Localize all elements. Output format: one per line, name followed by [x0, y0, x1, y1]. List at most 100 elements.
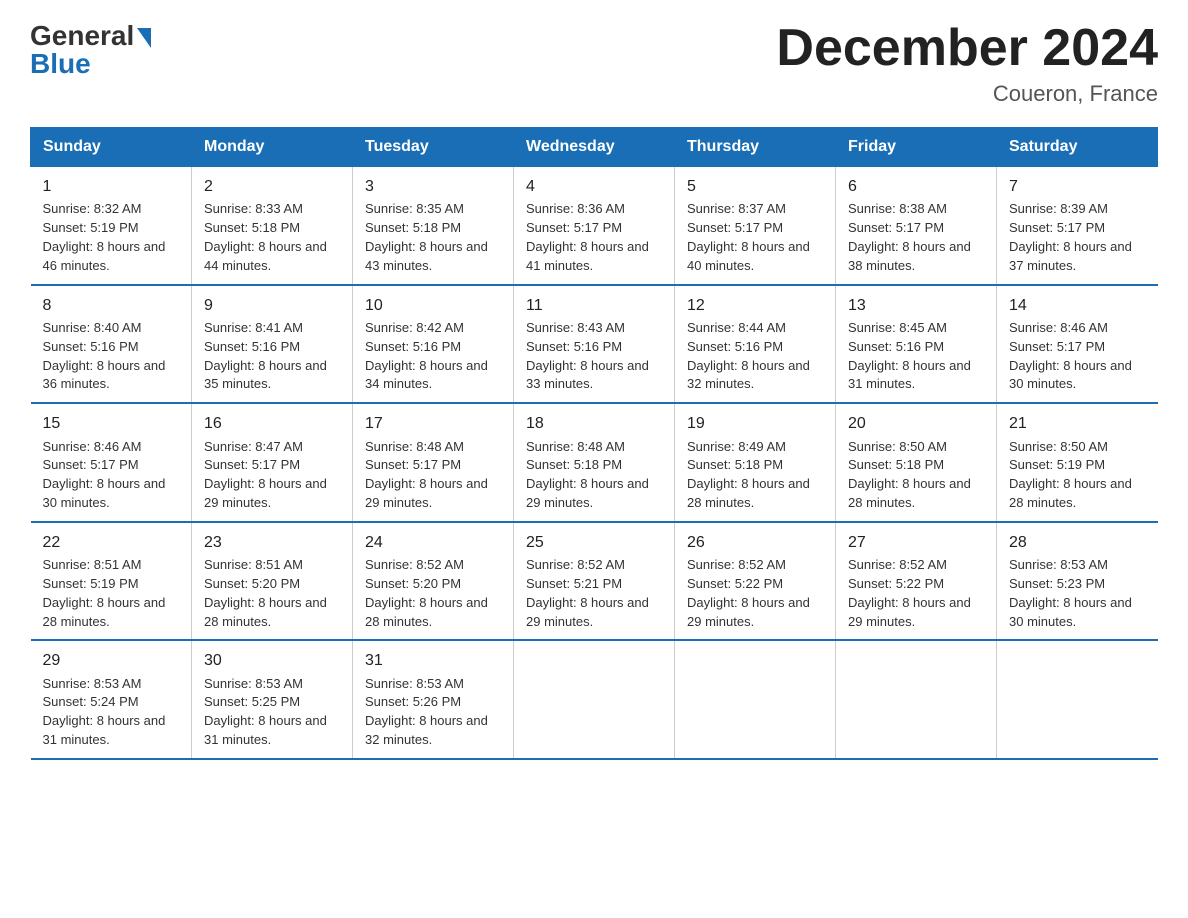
calendar-cell: 29Sunrise: 8:53 AMSunset: 5:24 PMDayligh…	[31, 640, 192, 759]
calendar-week-3: 15Sunrise: 8:46 AMSunset: 5:17 PMDayligh…	[31, 403, 1158, 522]
calendar-cell: 23Sunrise: 8:51 AMSunset: 5:20 PMDayligh…	[192, 522, 353, 641]
day-number: 13	[848, 294, 984, 317]
header-tuesday: Tuesday	[353, 128, 514, 167]
daylight-info: Daylight: 8 hours and 30 minutes.	[43, 475, 180, 513]
calendar-cell: 2Sunrise: 8:33 AMSunset: 5:18 PMDaylight…	[192, 167, 353, 285]
sunset-info: Sunset: 5:17 PM	[687, 219, 823, 238]
day-number: 31	[365, 649, 501, 672]
daylight-info: Daylight: 8 hours and 41 minutes.	[526, 238, 662, 276]
daylight-info: Daylight: 8 hours and 37 minutes.	[1009, 238, 1146, 276]
calendar-cell: 27Sunrise: 8:52 AMSunset: 5:22 PMDayligh…	[836, 522, 997, 641]
sunset-info: Sunset: 5:17 PM	[848, 219, 984, 238]
day-number: 29	[43, 649, 180, 672]
calendar-table: SundayMondayTuesdayWednesdayThursdayFrid…	[30, 127, 1158, 760]
day-number: 30	[204, 649, 340, 672]
daylight-info: Daylight: 8 hours and 40 minutes.	[687, 238, 823, 276]
sunset-info: Sunset: 5:16 PM	[848, 338, 984, 357]
page-header: General Blue December 2024 Coueron, Fran…	[30, 20, 1158, 107]
calendar-cell: 4Sunrise: 8:36 AMSunset: 5:17 PMDaylight…	[514, 167, 675, 285]
sunset-info: Sunset: 5:16 PM	[365, 338, 501, 357]
sunset-info: Sunset: 5:20 PM	[365, 575, 501, 594]
calendar-cell	[514, 640, 675, 759]
day-number: 4	[526, 175, 662, 198]
sunrise-info: Sunrise: 8:53 AM	[1009, 556, 1146, 575]
calendar-cell: 7Sunrise: 8:39 AMSunset: 5:17 PMDaylight…	[997, 167, 1158, 285]
calendar-cell: 9Sunrise: 8:41 AMSunset: 5:16 PMDaylight…	[192, 285, 353, 404]
sunset-info: Sunset: 5:26 PM	[365, 693, 501, 712]
sunrise-info: Sunrise: 8:53 AM	[204, 675, 340, 694]
calendar-cell	[836, 640, 997, 759]
sunrise-info: Sunrise: 8:52 AM	[526, 556, 662, 575]
calendar-cell: 3Sunrise: 8:35 AMSunset: 5:18 PMDaylight…	[353, 167, 514, 285]
sunrise-info: Sunrise: 8:51 AM	[204, 556, 340, 575]
day-number: 12	[687, 294, 823, 317]
sunrise-info: Sunrise: 8:50 AM	[848, 438, 984, 457]
calendar-cell: 13 Sunrise: 8:45 AMSunset: 5:16 PMDayligh…	[836, 285, 997, 404]
day-number: 26	[687, 531, 823, 554]
logo-triangle-icon	[137, 28, 151, 48]
day-number: 19	[687, 412, 823, 435]
day-number: 1	[43, 175, 180, 198]
sunrise-info: Sunrise: 8:42 AM	[365, 319, 501, 338]
sunrise-info: Sunrise: 8:43 AM	[526, 319, 662, 338]
day-number: 16	[204, 412, 340, 435]
daylight-info: Daylight: 8 hours and 30 minutes.	[1009, 357, 1146, 395]
daylight-info: Daylight: 8 hours and 31 minutes.	[848, 357, 984, 395]
calendar-cell: 22Sunrise: 8:51 AMSunset: 5:19 PMDayligh…	[31, 522, 192, 641]
day-number: 10	[365, 294, 501, 317]
sunrise-info: Sunrise: 8:45 AM	[848, 319, 984, 338]
day-number: 25	[526, 531, 662, 554]
sunrise-info: Sunrise: 8:49 AM	[687, 438, 823, 457]
day-number: 27	[848, 531, 984, 554]
calendar-cell	[675, 640, 836, 759]
daylight-info: Daylight: 8 hours and 31 minutes.	[43, 712, 180, 750]
calendar-cell: 12Sunrise: 8:44 AMSunset: 5:16 PMDayligh…	[675, 285, 836, 404]
sunset-info: Sunset: 5:22 PM	[687, 575, 823, 594]
day-number: 6	[848, 175, 984, 198]
sunrise-info: Sunrise: 8:33 AM	[204, 200, 340, 219]
daylight-info: Daylight: 8 hours and 28 minutes.	[365, 594, 501, 632]
sunset-info: Sunset: 5:25 PM	[204, 693, 340, 712]
day-number: 21	[1009, 412, 1146, 435]
calendar-cell: 21Sunrise: 8:50 AMSunset: 5:19 PMDayligh…	[997, 403, 1158, 522]
sunset-info: Sunset: 5:18 PM	[848, 456, 984, 475]
day-number: 17	[365, 412, 501, 435]
calendar-cell: 18Sunrise: 8:48 AMSunset: 5:18 PMDayligh…	[514, 403, 675, 522]
daylight-info: Daylight: 8 hours and 28 minutes.	[848, 475, 984, 513]
sunrise-info: Sunrise: 8:39 AM	[1009, 200, 1146, 219]
sunrise-info: Sunrise: 8:53 AM	[365, 675, 501, 694]
day-number: 20	[848, 412, 984, 435]
daylight-info: Daylight: 8 hours and 38 minutes.	[848, 238, 984, 276]
main-title: December 2024	[776, 20, 1158, 77]
logo-blue: Blue	[30, 48, 91, 80]
calendar-cell: 15Sunrise: 8:46 AMSunset: 5:17 PMDayligh…	[31, 403, 192, 522]
sunrise-info: Sunrise: 8:41 AM	[204, 319, 340, 338]
sunrise-info: Sunrise: 8:53 AM	[43, 675, 180, 694]
daylight-info: Daylight: 8 hours and 33 minutes.	[526, 357, 662, 395]
calendar-cell: 8Sunrise: 8:40 AMSunset: 5:16 PMDaylight…	[31, 285, 192, 404]
daylight-info: Daylight: 8 hours and 28 minutes.	[43, 594, 180, 632]
day-number: 9	[204, 294, 340, 317]
sunrise-info: Sunrise: 8:35 AM	[365, 200, 501, 219]
calendar-cell: 31 Sunrise: 8:53 AMSunset: 5:26 PMDayligh…	[353, 640, 514, 759]
sunset-info: Sunset: 5:21 PM	[526, 575, 662, 594]
header-sunday: Sunday	[31, 128, 192, 167]
sunset-info: Sunset: 5:18 PM	[365, 219, 501, 238]
sunset-info: Sunset: 5:16 PM	[687, 338, 823, 357]
day-number: 15	[43, 412, 180, 435]
day-number: 14	[1009, 294, 1146, 317]
header-monday: Monday	[192, 128, 353, 167]
daylight-info: Daylight: 8 hours and 44 minutes.	[204, 238, 340, 276]
daylight-info: Daylight: 8 hours and 36 minutes.	[43, 357, 180, 395]
sunset-info: Sunset: 5:17 PM	[365, 456, 501, 475]
sunset-info: Sunset: 5:17 PM	[1009, 219, 1146, 238]
daylight-info: Daylight: 8 hours and 32 minutes.	[365, 712, 501, 750]
sunset-info: Sunset: 5:22 PM	[848, 575, 984, 594]
title-block: December 2024 Coueron, France	[776, 20, 1158, 107]
sunset-info: Sunset: 5:19 PM	[43, 575, 180, 594]
daylight-info: Daylight: 8 hours and 35 minutes.	[204, 357, 340, 395]
daylight-info: Daylight: 8 hours and 29 minutes.	[526, 475, 662, 513]
sunrise-info: Sunrise: 8:47 AM	[204, 438, 340, 457]
day-number: 28	[1009, 531, 1146, 554]
calendar-cell: 30Sunrise: 8:53 AMSunset: 5:25 PMDayligh…	[192, 640, 353, 759]
